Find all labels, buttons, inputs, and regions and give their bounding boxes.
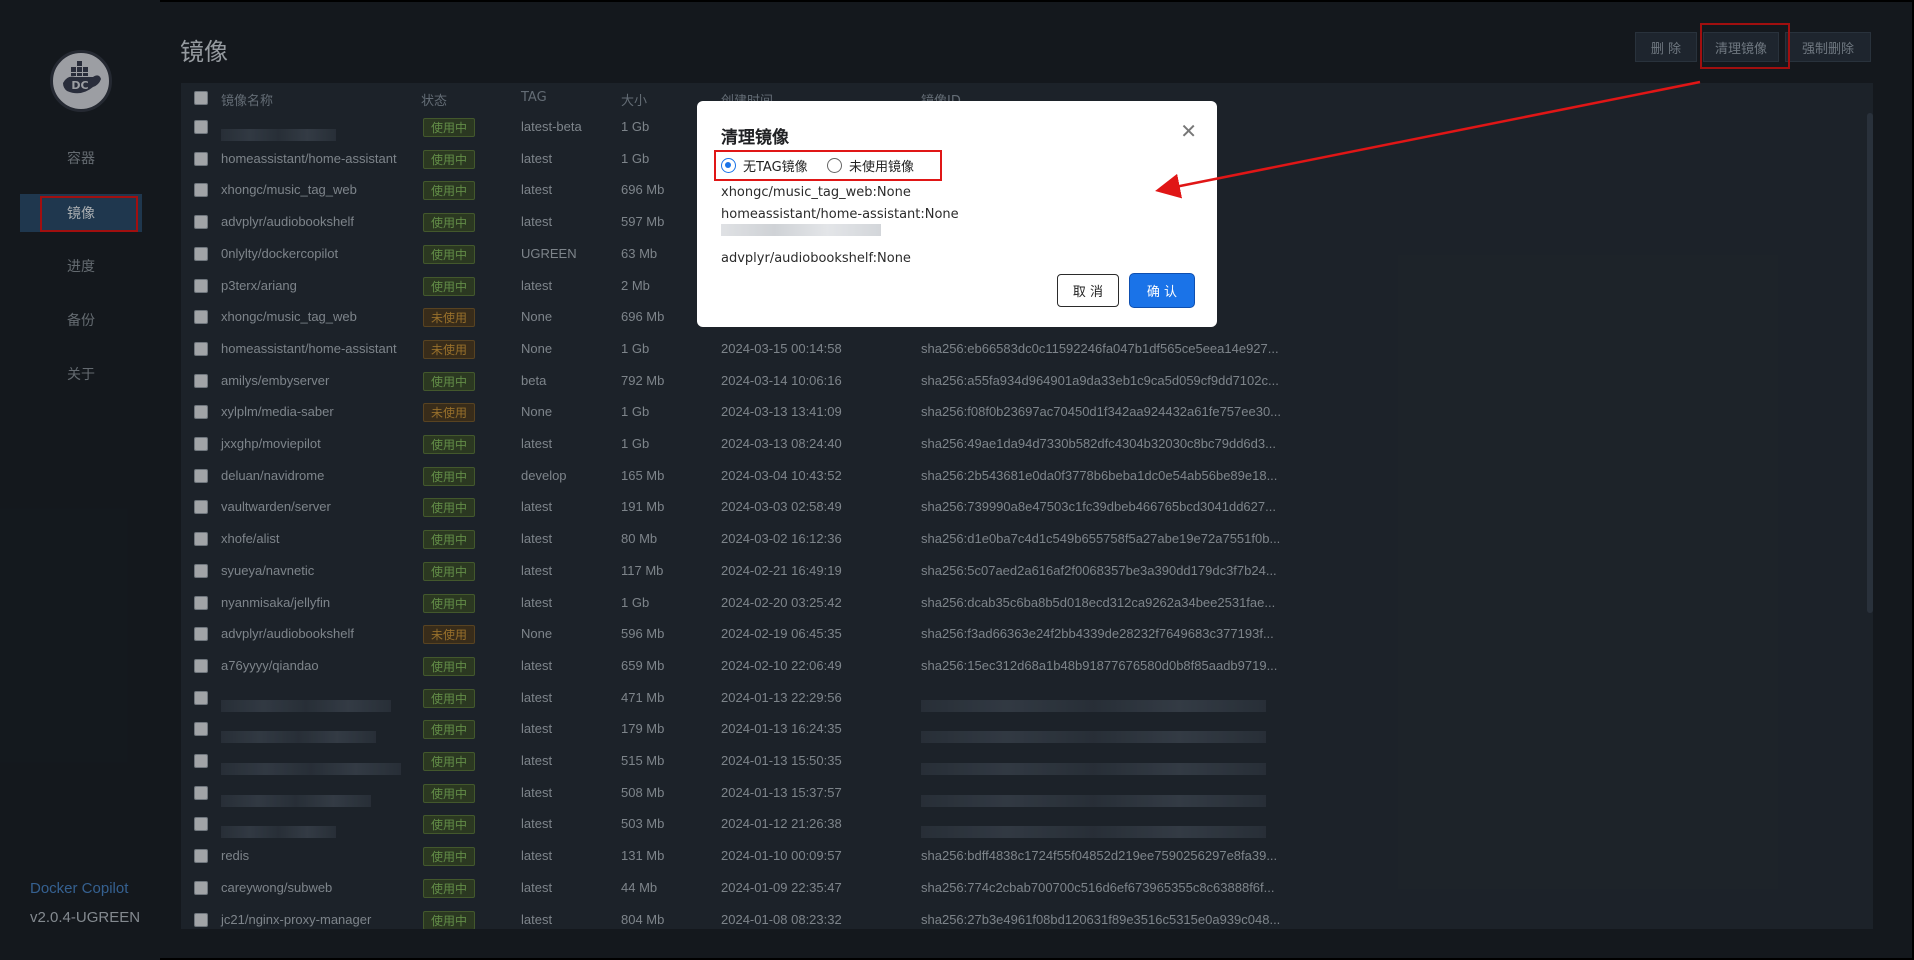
dialog-image-item: homeassistant/home-assistant:None <box>721 207 959 222</box>
clean-images-dialog: 清理镜像 ✕ 无TAG镜像 未使用镜像 xhongc/music_tag_web… <box>697 101 1217 327</box>
confirm-button[interactable]: 确 认 <box>1130 274 1194 307</box>
dialog-image-item: xhongc/music_tag_web:None <box>721 185 911 200</box>
cancel-button[interactable]: 取 消 <box>1057 274 1119 307</box>
radio-label: 无TAG镜像 <box>743 160 808 175</box>
radio-untagged-images[interactable]: 无TAG镜像 <box>721 156 808 175</box>
radio-label: 未使用镜像 <box>849 160 915 175</box>
radio-unchecked-icon <box>827 158 842 173</box>
close-icon[interactable]: ✕ <box>1180 119 1197 143</box>
radio-unused-images[interactable]: 未使用镜像 <box>827 156 914 175</box>
dialog-title: 清理镜像 <box>721 128 789 148</box>
dialog-image-item-redacted <box>721 224 881 236</box>
dialog-image-item: advplyr/audiobookshelf:None <box>721 251 911 266</box>
radio-checked-icon <box>721 158 736 173</box>
